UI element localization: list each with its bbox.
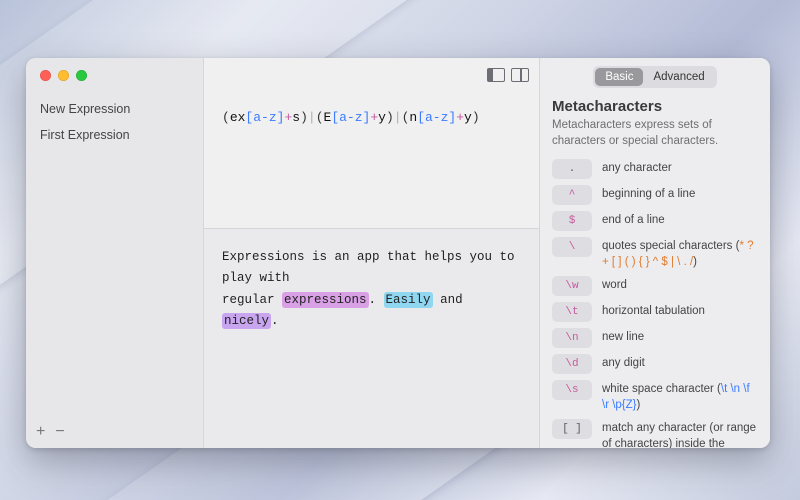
regex-token-pipe: |	[308, 110, 316, 125]
regex-token-paren: (	[316, 110, 324, 125]
add-button[interactable]: +	[36, 424, 45, 440]
reference-tabs: Basic Advanced	[540, 58, 770, 96]
layout-sidebar-icon[interactable]	[487, 68, 505, 82]
test-text-area[interactable]: Expressions is an app that helps you to …	[204, 228, 539, 448]
test-text: .	[271, 314, 279, 328]
cheat-row[interactable]: $ end of a line	[552, 211, 758, 231]
regex-token-class: [a-z]	[245, 110, 284, 125]
tab-advanced[interactable]: Advanced	[643, 68, 714, 86]
regex-token-literal: y	[378, 110, 386, 125]
layout-split-icon[interactable]	[511, 68, 529, 82]
close-icon[interactable]	[40, 70, 51, 81]
app-window: New Expression First Expression + − (ex[…	[26, 58, 770, 448]
cheat-row[interactable]: \t horizontal tabulation	[552, 302, 758, 322]
window-controls	[40, 70, 87, 81]
cheat-desc: match any character (or range of charact…	[602, 419, 758, 448]
reference-panel: Basic Advanced Metacharacters Metacharac…	[540, 58, 770, 448]
match-highlight: nicely	[222, 313, 271, 329]
cheat-chip: \t	[552, 302, 592, 322]
minimize-icon[interactable]	[58, 70, 69, 81]
sidebar-item-first-expression[interactable]: First Expression	[26, 122, 203, 148]
test-text: and	[433, 293, 463, 307]
test-text: .	[369, 293, 384, 307]
cheat-desc: quotes special characters (* ? + [ ] ( )…	[602, 237, 758, 270]
cheat-row[interactable]: \s white space character (\t \n \f \r \p{…	[552, 380, 758, 413]
cheat-chip: \	[552, 237, 592, 257]
cheat-chip: \n	[552, 328, 592, 348]
cheat-row[interactable]: [ ] match any character (or range of char…	[552, 419, 758, 448]
regex-token-paren: )	[472, 110, 480, 125]
test-text: Expressions is an app that helps you to …	[222, 250, 515, 285]
test-text: regular	[222, 293, 282, 307]
cheat-row[interactable]: \ quotes special characters (* ? + [ ] ( …	[552, 237, 758, 270]
cheat-desc: word	[602, 276, 627, 294]
cheat-row[interactable]: ^ beginning of a line	[552, 185, 758, 205]
cheat-chip: [ ]	[552, 419, 592, 439]
cheat-desc: new line	[602, 328, 644, 346]
regex-token-paren: )	[300, 110, 308, 125]
cheat-chip: $	[552, 211, 592, 231]
regex-token-class: [a-z]	[417, 110, 456, 125]
cheat-desc: any character	[602, 159, 672, 177]
cheat-row[interactable]: \d any digit	[552, 354, 758, 374]
sidebar: New Expression First Expression + −	[26, 58, 204, 448]
cheat-desc: beginning of a line	[602, 185, 695, 203]
regex-token-pipe: |	[394, 110, 402, 125]
regex-token-plus: +	[456, 110, 464, 125]
cheat-desc: end of a line	[602, 211, 665, 229]
cheat-chip: .	[552, 159, 592, 179]
reference-title: Metacharacters	[552, 98, 758, 115]
remove-button[interactable]: −	[55, 424, 64, 440]
regex-token-paren: (	[222, 110, 230, 125]
regex-token-literal: y	[464, 110, 472, 125]
layout-toolbar	[204, 58, 539, 88]
cheat-row[interactable]: \w word	[552, 276, 758, 296]
cheat-desc: horizontal tabulation	[602, 302, 705, 320]
cheat-chip: \d	[552, 354, 592, 374]
cheat-row[interactable]: \n new line	[552, 328, 758, 348]
cheat-desc: white space character (\t \n \f \r \p{Z}…	[602, 380, 758, 413]
regex-token-literal: s	[292, 110, 300, 125]
cheat-row[interactable]: . any character	[552, 159, 758, 179]
editor-panel: (ex[a-z]+s)|(E[a-z]+y)|(n[a-z]+y) Expres…	[204, 58, 540, 448]
cheat-chip: \w	[552, 276, 592, 296]
cheat-chip: ^	[552, 185, 592, 205]
sidebar-footer: + −	[26, 416, 203, 448]
match-highlight: expressions	[282, 292, 369, 308]
cheat-chip: \s	[552, 380, 592, 400]
tab-basic[interactable]: Basic	[595, 68, 643, 86]
reference-subtitle: Metacharacters express sets of character…	[552, 118, 758, 149]
regex-token-class: [a-z]	[331, 110, 370, 125]
reference-body: Metacharacters Metacharacters express se…	[540, 96, 770, 448]
sidebar-list: New Expression First Expression	[26, 58, 203, 416]
match-highlight: Easily	[384, 292, 433, 308]
regex-input[interactable]: (ex[a-z]+s)|(E[a-z]+y)|(n[a-z]+y)	[204, 88, 539, 228]
regex-token-paren: )	[386, 110, 394, 125]
zoom-icon[interactable]	[76, 70, 87, 81]
sidebar-item-new-expression[interactable]: New Expression	[26, 96, 203, 122]
regex-token-literal: ex	[230, 110, 246, 125]
regex-token-plus: +	[370, 110, 378, 125]
cheat-desc: any digit	[602, 354, 645, 372]
